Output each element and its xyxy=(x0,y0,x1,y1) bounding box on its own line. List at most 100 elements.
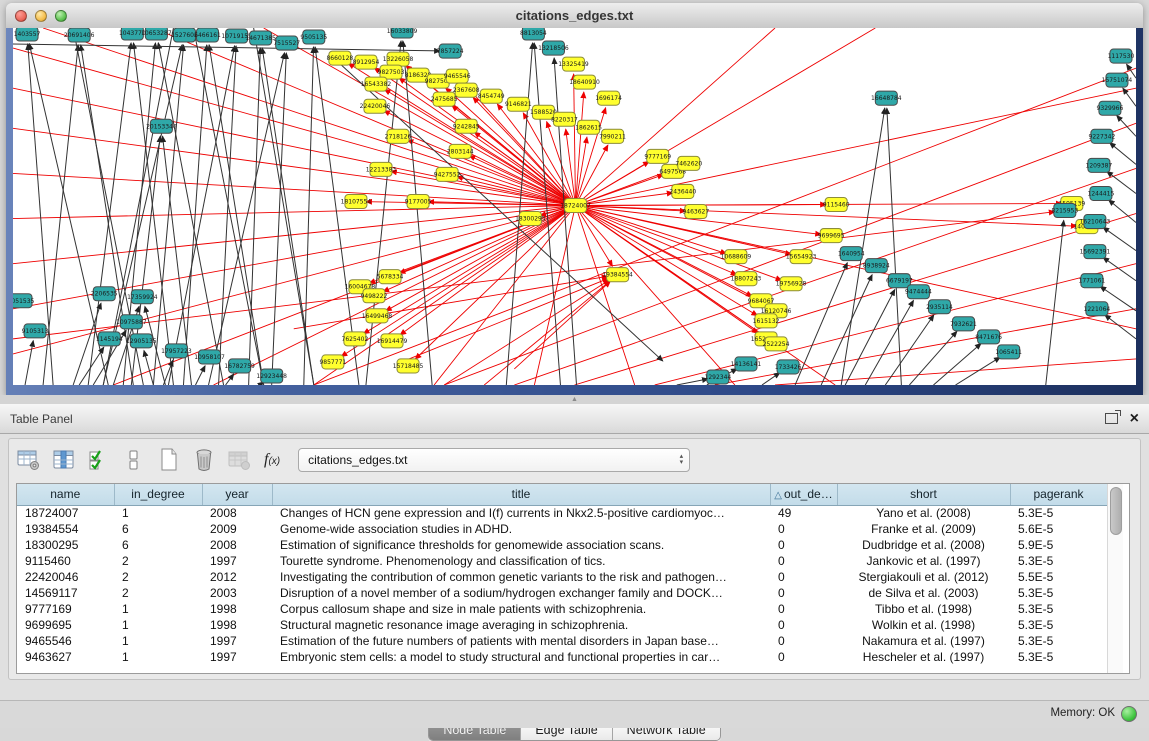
edge[interactable] xyxy=(1110,143,1136,165)
network-canvas[interactable]: 1872400786601288912954132260589827503165… xyxy=(13,28,1136,385)
selected-edge[interactable] xyxy=(13,48,576,205)
edge[interactable] xyxy=(865,300,913,385)
cell-in_degree[interactable]: 1 xyxy=(114,505,202,521)
graph-node-18724007[interactable]: 18724007 xyxy=(560,198,591,212)
column-header-pagerank[interactable]: pagerank xyxy=(1010,484,1107,505)
edge[interactable] xyxy=(168,46,234,385)
cell-in_degree[interactable]: 6 xyxy=(114,521,202,537)
selected-edge[interactable] xyxy=(576,204,1062,206)
cell-out_de[interactable]: 0 xyxy=(770,617,837,633)
graph-node-8938924[interactable]: 8938924 xyxy=(863,259,890,273)
cell-out_de[interactable]: 0 xyxy=(770,569,837,585)
cell-short[interactable]: Wolkin et al. (1998) xyxy=(837,617,1010,633)
cell-short[interactable]: Stergiakouli et al. (2012) xyxy=(837,569,1010,585)
cell-name[interactable]: 18300295 xyxy=(17,537,114,553)
edge[interactable] xyxy=(272,53,287,385)
graph-node-22420046[interactable]: 22420046 xyxy=(360,99,391,113)
table-row[interactable]: 911546021997Tourette syndrome. Phenomeno… xyxy=(17,553,1107,569)
cell-short[interactable]: Nakamura et al. (1997) xyxy=(837,633,1010,649)
graph-node-7857224[interactable]: 7857224 xyxy=(437,44,464,58)
cell-in_degree[interactable]: 6 xyxy=(114,537,202,553)
graph-node-18807243[interactable]: 18807243 xyxy=(731,272,762,286)
edge[interactable] xyxy=(262,48,314,385)
cell-short[interactable]: Yano et al. (2008) xyxy=(837,505,1010,521)
column-visibility-icon[interactable] xyxy=(49,447,79,473)
graph-node-8813054[interactable]: 8813054 xyxy=(520,28,547,40)
selected-edge[interactable] xyxy=(514,281,610,369)
cell-pagerank[interactable]: 5.3E-5 xyxy=(1010,585,1107,601)
scrollbar-thumb[interactable] xyxy=(1110,487,1122,535)
graph-node-1403557[interactable]: 1403557 xyxy=(14,28,41,41)
graph-node-9699695[interactable]: 9699695 xyxy=(818,229,845,243)
graph-node-9505135[interactable]: 9505135 xyxy=(300,30,327,44)
edge[interactable] xyxy=(845,290,895,385)
column-header-short[interactable]: short xyxy=(837,484,1010,505)
splitter-grip-icon[interactable]: ▲ xyxy=(570,396,579,403)
selected-edge[interactable] xyxy=(576,92,584,205)
graph-node-19756928[interactable]: 19756928 xyxy=(776,277,807,291)
graph-node-2935114[interactable]: 2935114 xyxy=(926,300,953,314)
table-row[interactable]: 1456911722003Disruption of a novel membe… xyxy=(17,585,1107,601)
selected-edge[interactable] xyxy=(13,128,576,205)
graph-node-15654923[interactable]: 15654923 xyxy=(786,250,817,264)
edge[interactable] xyxy=(25,341,33,385)
table-row[interactable]: 1830029562008Estimation of significance … xyxy=(17,537,1107,553)
graph-node-2475685[interactable]: 2475685 xyxy=(431,92,458,106)
edge[interactable] xyxy=(183,45,206,385)
panel-splitter[interactable]: ▲ xyxy=(0,395,1149,404)
edge[interactable] xyxy=(1105,315,1136,339)
graph-node-16499468[interactable]: 16499468 xyxy=(362,309,393,323)
cell-title[interactable]: Corpus callosum shape and size in male p… xyxy=(272,601,770,617)
graph-node-1065411[interactable]: 1065411 xyxy=(995,345,1022,359)
selected-edge[interactable] xyxy=(444,280,609,385)
graph-node-7462620[interactable]: 7462620 xyxy=(675,156,702,170)
cell-pagerank[interactable]: 5.3E-5 xyxy=(1010,505,1107,521)
selected-edge[interactable] xyxy=(214,205,576,385)
cell-year[interactable]: 2012 xyxy=(202,569,272,585)
cell-pagerank[interactable]: 5.3E-5 xyxy=(1010,633,1107,649)
selected-edge[interactable] xyxy=(576,205,635,385)
graph-node-20691406[interactable]: 20691406 xyxy=(64,28,95,42)
selected-edge[interactable] xyxy=(775,359,1136,385)
graph-node-1051535[interactable]: 1051535 xyxy=(13,294,35,308)
cell-out_de[interactable]: 0 xyxy=(770,649,837,665)
cell-year[interactable]: 2008 xyxy=(202,537,272,553)
table-row[interactable]: 969969511998Structural magnetic resonanc… xyxy=(17,617,1107,633)
edge[interactable] xyxy=(79,347,104,385)
new-column-icon[interactable] xyxy=(154,447,184,473)
cell-name[interactable]: 9777169 xyxy=(17,601,114,617)
graph-node-9227342[interactable]: 9227342 xyxy=(1089,129,1116,143)
graph-node-7932621[interactable]: 7932621 xyxy=(950,317,977,331)
cell-title[interactable]: Tourette syndrome. Phenomenology and cla… xyxy=(272,553,770,569)
graph-node-16648784[interactable]: 16648784 xyxy=(871,91,902,105)
graph-node-16914479[interactable]: 16914479 xyxy=(377,334,408,348)
graph-node-1733426[interactable]: 1733426 xyxy=(775,360,802,374)
graph-node-12213383[interactable]: 12213383 xyxy=(366,162,397,176)
table-row[interactable]: 2242004622012Investigating the contribut… xyxy=(17,569,1107,585)
edge[interactable] xyxy=(193,28,263,385)
cell-in_degree[interactable]: 1 xyxy=(114,633,202,649)
graph-node-12923448[interactable]: 12923448 xyxy=(256,369,287,383)
graph-node-8912954[interactable]: 8912954 xyxy=(353,55,380,69)
graph-node-1244415[interactable]: 1244415 xyxy=(1088,186,1115,200)
selected-edge[interactable] xyxy=(576,28,876,205)
cell-year[interactable]: 1998 xyxy=(202,617,272,633)
graph-node-7990211[interactable]: 7990211 xyxy=(599,129,626,143)
selected-edge[interactable] xyxy=(13,88,576,205)
graph-node-8220317[interactable]: 8220317 xyxy=(551,112,578,126)
graph-node-9242845[interactable]: 9242845 xyxy=(453,119,480,133)
graph-node-15718485[interactable]: 15718485 xyxy=(393,359,424,373)
graph-node-10975887[interactable]: 10975887 xyxy=(116,315,147,329)
table-row[interactable]: 946362711997Embryonic stem cells: a mode… xyxy=(17,649,1107,665)
edge[interactable] xyxy=(1103,257,1136,280)
cell-year[interactable]: 1997 xyxy=(202,633,272,649)
edge[interactable] xyxy=(209,53,285,385)
graph-node-16543382[interactable]: 16543382 xyxy=(361,77,392,91)
graph-node-9777169[interactable]: 9777169 xyxy=(644,149,671,163)
edge[interactable] xyxy=(403,41,432,385)
selected-edge[interactable] xyxy=(576,88,1136,205)
table-row[interactable]: 946554611997Estimation of the future num… xyxy=(17,633,1107,649)
graph-node-6466161[interactable]: 6466161 xyxy=(194,28,221,42)
column-header-title[interactable]: title xyxy=(272,484,770,505)
cell-pagerank[interactable]: 5.3E-5 xyxy=(1010,617,1107,633)
